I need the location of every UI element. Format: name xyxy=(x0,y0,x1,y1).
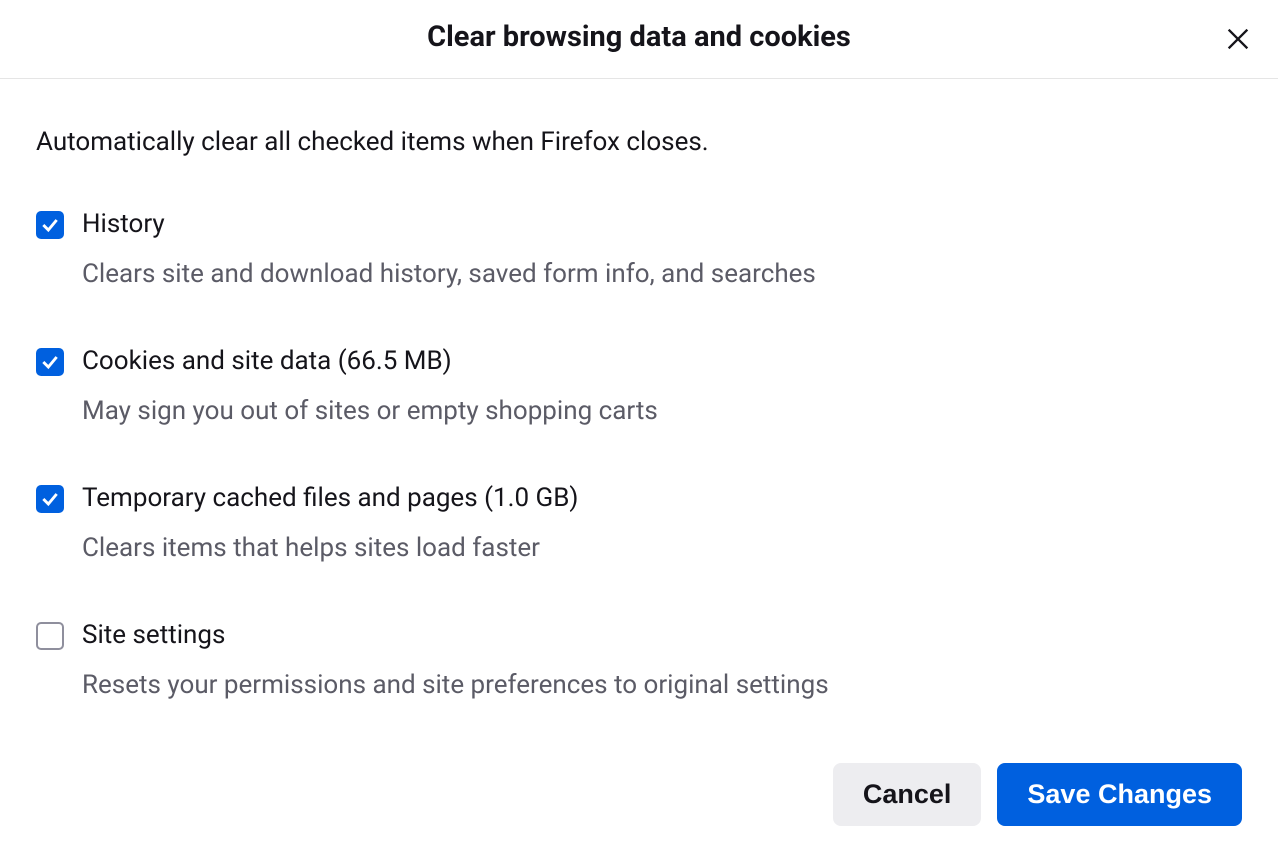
option-text: Temporary cached files and pages (1.0 GB… xyxy=(82,483,1242,566)
checkbox-wrapper xyxy=(36,485,64,513)
checkbox-wrapper xyxy=(36,211,64,239)
site-settings-description: Resets your permissions and site prefere… xyxy=(82,668,1242,703)
cancel-button[interactable]: Cancel xyxy=(833,763,982,826)
cookies-checkbox[interactable] xyxy=(36,348,64,376)
cache-label[interactable]: Temporary cached files and pages (1.0 GB… xyxy=(82,483,1242,513)
option-history: History Clears site and download history… xyxy=(36,209,1242,292)
checkbox-wrapper xyxy=(36,622,64,650)
option-text: Site settings Resets your permissions an… xyxy=(82,620,1242,703)
cache-checkbox[interactable] xyxy=(36,485,64,513)
close-button[interactable] xyxy=(1222,23,1254,55)
site-settings-checkbox[interactable] xyxy=(36,622,64,650)
checkmark-icon xyxy=(40,352,60,372)
save-changes-button[interactable]: Save Changes xyxy=(997,763,1242,826)
history-description: Clears site and download history, saved … xyxy=(82,257,1242,292)
close-icon xyxy=(1224,25,1252,53)
option-cookies: Cookies and site data (66.5 MB) May sign… xyxy=(36,346,1242,429)
dialog-header: Clear browsing data and cookies xyxy=(0,0,1278,79)
history-label[interactable]: History xyxy=(82,209,1242,239)
checkmark-icon xyxy=(40,489,60,509)
site-settings-label[interactable]: Site settings xyxy=(82,620,1242,650)
history-checkbox[interactable] xyxy=(36,211,64,239)
cookies-label[interactable]: Cookies and site data (66.5 MB) xyxy=(82,346,1242,376)
cookies-description: May sign you out of sites or empty shopp… xyxy=(82,394,1242,429)
checkmark-icon xyxy=(40,215,60,235)
intro-text: Automatically clear all checked items wh… xyxy=(36,127,1242,157)
cache-description: Clears items that helps sites load faste… xyxy=(82,531,1242,566)
option-site-settings: Site settings Resets your permissions an… xyxy=(36,620,1242,703)
option-text: Cookies and site data (66.5 MB) May sign… xyxy=(82,346,1242,429)
dialog-footer: Cancel Save Changes xyxy=(0,757,1278,850)
clear-data-dialog: Clear browsing data and cookies Automati… xyxy=(0,0,1278,846)
checkbox-wrapper xyxy=(36,348,64,376)
option-text: History Clears site and download history… xyxy=(82,209,1242,292)
dialog-body: Automatically clear all checked items wh… xyxy=(0,79,1278,757)
dialog-title: Clear browsing data and cookies xyxy=(427,20,851,54)
option-cache: Temporary cached files and pages (1.0 GB… xyxy=(36,483,1242,566)
